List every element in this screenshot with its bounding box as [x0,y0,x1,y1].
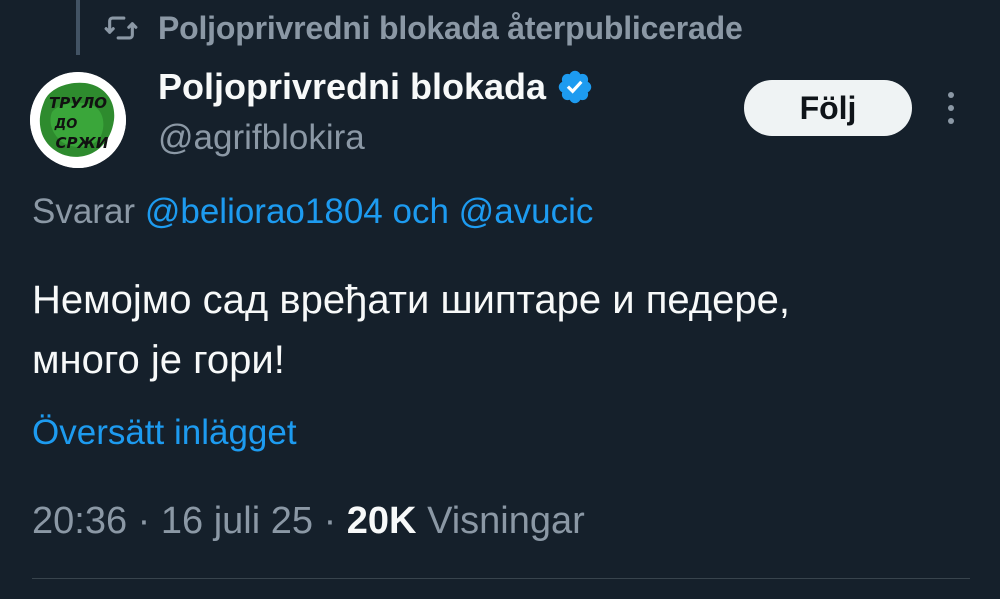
avatar[interactable]: ТРУЛО ДО СРЖИ [30,72,126,168]
reply-prefix: Svarar [32,192,136,231]
tweet-text-line: много је гори! [32,338,285,382]
meta-separator: · [323,500,337,542]
tweet-detail: Poljoprivredni blokada återpublicerade Т… [0,0,1000,599]
mention-link[interactable]: @beliorao1804 [145,192,383,231]
tweet-date[interactable]: 16 juli 25 [161,500,313,542]
tweet-time[interactable]: 20:36 [32,500,127,542]
verified-badge-icon [556,68,594,106]
reply-conjunction: och [392,192,449,231]
meta-separator: · [137,500,151,542]
follow-button[interactable]: Följ [744,80,912,136]
tweet-body: Немојмо сад вређати шиптаре и педере, мн… [32,270,972,390]
repost-icon [104,11,138,45]
divider [32,578,970,579]
avatar-text-1: ТРУЛО [49,94,107,112]
repost-text: Poljoprivredni blokada återpublicerade [158,9,743,46]
views-label[interactable]: Visningar [427,500,585,542]
repost-indicator[interactable]: Poljoprivredni blokada återpublicerade [104,6,743,50]
more-vertical-icon[interactable] [938,88,964,128]
avatar-text-2: ДО [54,117,78,132]
author-display-name[interactable]: Poljoprivredni blokada [158,66,546,108]
reply-context: Svarar @beliorao1804 och @avucic [32,192,593,232]
thread-line [76,0,80,55]
views-count[interactable]: 20K [347,500,417,542]
tweet-text-line: Немојмо сад вређати шиптаре и педере, [32,278,790,322]
translate-post-link[interactable]: Översätt inlägget [32,413,297,453]
tweet-meta: 20:36 · 16 juli 25 · 20K Visningar [32,500,585,543]
author-handle[interactable]: @agrifblokira [158,118,365,158]
avatar-logo: ТРУЛО ДО СРЖИ [30,72,126,168]
mention-link[interactable]: @avucic [459,192,594,231]
author-name-row[interactable]: Poljoprivredni blokada [158,66,594,108]
avatar-text-3: СРЖИ [56,134,109,152]
